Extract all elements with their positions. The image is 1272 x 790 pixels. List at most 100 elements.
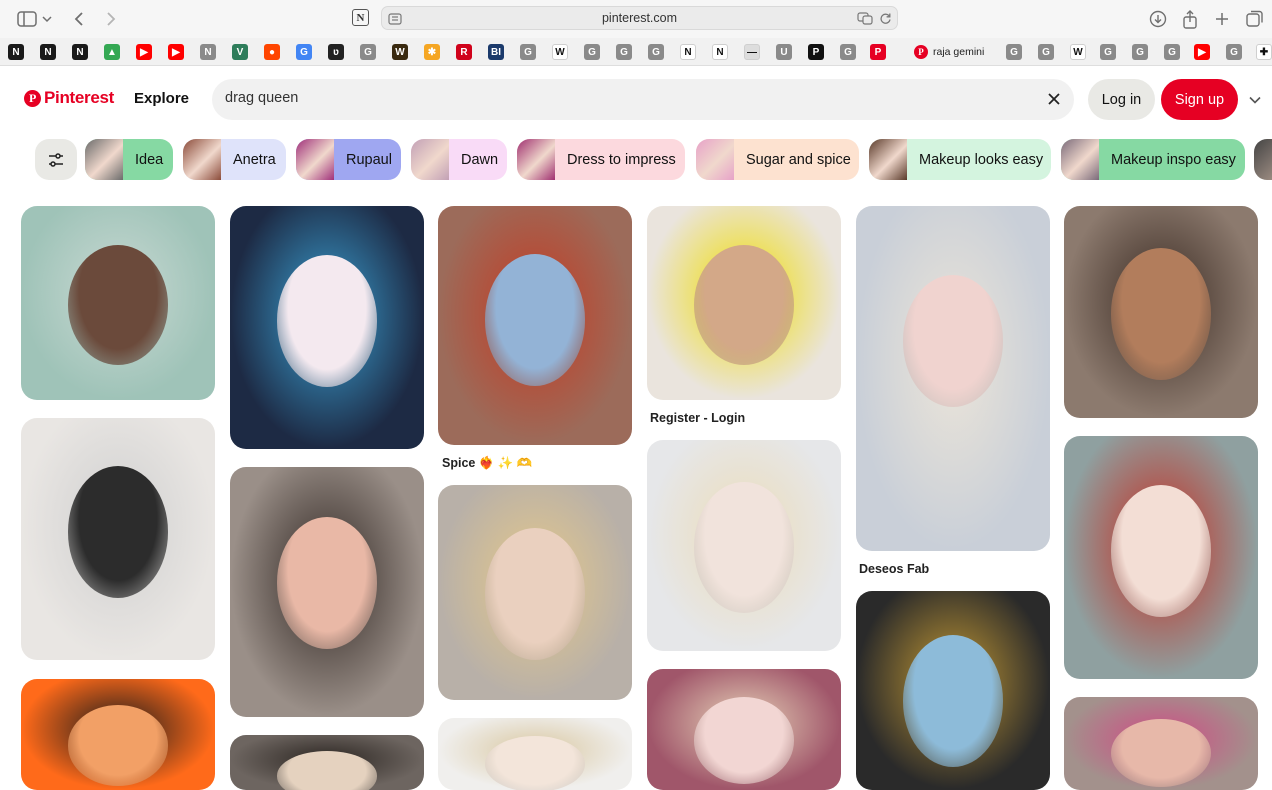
pin-subject <box>693 482 795 613</box>
search-input[interactable] <box>225 90 1005 106</box>
favorite-favicon-icon[interactable]: W <box>1070 44 1086 60</box>
pin-subject <box>276 517 378 649</box>
favorite-favicon-icon[interactable]: G <box>584 44 600 60</box>
favorite-favicon-icon[interactable]: G <box>1164 44 1180 60</box>
favorite-favicon-icon[interactable]: N <box>200 44 216 60</box>
pin-image[interactable] <box>647 440 841 651</box>
filter-chip[interactable]: Anetra <box>183 139 286 180</box>
favorite-favicon-icon[interactable]: ✱ <box>424 44 440 60</box>
favorite-favicon-icon[interactable]: N <box>680 44 696 60</box>
chevron-down-icon[interactable] <box>1248 93 1262 107</box>
favorite-favicon-icon[interactable]: ▲ <box>104 44 120 60</box>
pin-image[interactable] <box>1064 436 1258 679</box>
favorites-bar: N N N ▲ ▶ ▶ N V ● Gʋ G W ✱ R BI G W G G G N N — U P G P P raja gem… <box>0 38 1272 66</box>
pin-image[interactable] <box>438 206 632 445</box>
reload-icon[interactable] <box>879 12 892 30</box>
favorite-favicon-icon[interactable]: P <box>870 44 886 60</box>
filter-chip[interactable]: Dress to impress <box>517 139 685 180</box>
favorite-favicon-icon[interactable]: N <box>72 44 88 60</box>
favorite-favicon-icon[interactable]: U <box>776 44 792 60</box>
pin-image[interactable] <box>1064 697 1258 790</box>
pin-title[interactable]: Spice ❤️‍🔥 ✨ 🫶 <box>442 456 532 471</box>
favorite-favicon-icon[interactable]: G <box>1226 44 1242 60</box>
favorite-favicon-icon[interactable]: N <box>712 44 728 60</box>
share-icon[interactable] <box>1179 8 1201 30</box>
favorite-favicon-icon[interactable]: ✚ <box>1256 44 1272 60</box>
pin-image[interactable] <box>438 718 632 790</box>
pin-image[interactable] <box>647 669 841 790</box>
pinterest-wordmark: Pinterest <box>44 88 115 107</box>
sidebar-toggle-icon[interactable] <box>16 8 38 30</box>
filter-chip[interactable]: Makeup inspo easy <box>1061 139 1245 180</box>
filter-chip[interactable]: Idea <box>85 139 173 180</box>
pin-image[interactable] <box>230 467 424 717</box>
chip-thumbnail <box>869 139 907 180</box>
filter-chip[interactable]: Dawn <box>411 139 507 180</box>
notion-extension-icon[interactable]: N <box>352 9 369 26</box>
pin-title[interactable]: Register - Login <box>650 411 745 425</box>
pin-image[interactable] <box>438 485 632 700</box>
filter-chip[interactable]: Makeup looks easy <box>869 139 1051 180</box>
favorite-favicon-icon[interactable]: G <box>520 44 536 60</box>
favorite-favicon-icon[interactable]: BI <box>488 44 504 60</box>
login-button[interactable]: Log in <box>1088 79 1155 120</box>
pin-subject <box>484 253 586 386</box>
favorite-favicon-icon[interactable]: G <box>840 44 856 60</box>
tab-group-chevron-icon[interactable] <box>40 8 54 30</box>
tab-overview-icon[interactable] <box>1244 8 1266 30</box>
favorite-favicon-icon[interactable]: ʋ <box>328 44 344 60</box>
favorite-favicon-icon[interactable]: ▶ <box>168 44 184 60</box>
filter-chip[interactable]: Sugar and spice <box>696 139 859 180</box>
filter-chip[interactable]: Rupaul <box>296 139 401 180</box>
pin-image[interactable] <box>230 206 424 449</box>
favorite-favicon-icon[interactable]: G <box>1006 44 1022 60</box>
favorite-favicon-icon[interactable]: N <box>40 44 56 60</box>
pin-image[interactable] <box>21 679 215 790</box>
back-icon[interactable] <box>68 8 90 30</box>
favorite-favicon-icon[interactable]: W <box>552 44 568 60</box>
pin-title[interactable]: Deseos Fab <box>859 562 929 576</box>
clear-search-icon[interactable] <box>1046 91 1062 107</box>
favorite-favicon-icon[interactable]: ▶ <box>1194 44 1210 60</box>
filter-chip-overflow[interactable] <box>1254 139 1272 180</box>
address-bar[interactable]: pinterest.com <box>381 6 898 30</box>
favorite-favicon-icon[interactable]: G <box>1100 44 1116 60</box>
signup-button[interactable]: Sign up <box>1161 79 1238 120</box>
filter-button[interactable] <box>35 139 77 180</box>
favorite-favicon-icon[interactable]: G <box>648 44 664 60</box>
explore-link[interactable]: Explore <box>134 90 189 107</box>
favorite-favicon-icon[interactable]: R <box>456 44 472 60</box>
pin-subject <box>693 244 795 366</box>
favorite-favicon-icon[interactable]: G <box>360 44 376 60</box>
favorite-favicon-icon[interactable]: G <box>1132 44 1148 60</box>
search-bar[interactable] <box>212 79 1074 120</box>
pin-image[interactable] <box>230 735 424 790</box>
favorite-favicon-icon[interactable]: G <box>296 44 312 60</box>
favorite-favicon-icon[interactable]: G <box>1038 44 1054 60</box>
favorite-favicon-icon[interactable]: N <box>8 44 24 60</box>
url-text[interactable]: pinterest.com <box>382 11 897 25</box>
favorite-raja-gemini[interactable]: P raja gemini <box>914 44 984 60</box>
favorite-favicon-icon[interactable]: — <box>744 44 760 60</box>
pin-subject <box>1110 719 1212 788</box>
favorite-favicon-icon[interactable]: V <box>232 44 248 60</box>
pin-image[interactable] <box>647 206 841 400</box>
chip-label: Dress to impress <box>567 151 676 168</box>
pin-subject <box>902 275 1004 407</box>
downloads-icon[interactable] <box>1147 8 1169 30</box>
translate-icon[interactable] <box>857 12 873 30</box>
favorite-favicon-icon[interactable]: G <box>616 44 632 60</box>
pin-subject <box>902 635 1004 767</box>
pin-image[interactable] <box>21 418 215 660</box>
forward-icon[interactable] <box>100 8 122 30</box>
favorite-favicon-icon[interactable]: ▶ <box>136 44 152 60</box>
pin-image[interactable] <box>856 206 1050 551</box>
pin-image[interactable] <box>21 206 215 400</box>
pin-image[interactable] <box>856 591 1050 790</box>
favorite-favicon-icon[interactable]: P <box>808 44 824 60</box>
new-tab-icon[interactable] <box>1211 8 1233 30</box>
pinterest-logo[interactable]: P Pinterest <box>24 88 114 108</box>
favorite-favicon-icon[interactable]: ● <box>264 44 280 60</box>
pin-image[interactable] <box>1064 206 1258 418</box>
favorite-favicon-icon[interactable]: W <box>392 44 408 60</box>
